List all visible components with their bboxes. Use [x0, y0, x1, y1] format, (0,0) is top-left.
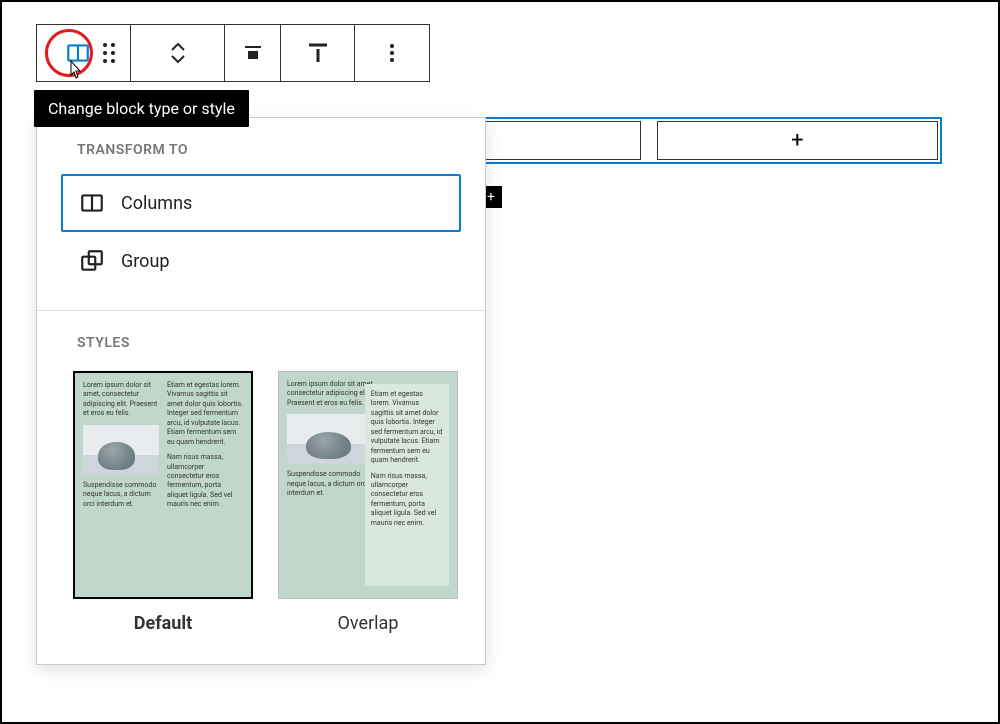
style-default[interactable]: Lorem ipsum dolor sit amet, consectetur … [73, 371, 253, 634]
align-icon [241, 41, 265, 65]
editor-frame: Change block type or style + + + + TRANS… [0, 0, 1000, 724]
drag-handle-icon [103, 43, 115, 63]
vertical-align-top-icon [306, 41, 330, 65]
column-3[interactable]: + [657, 121, 938, 160]
transform-item-label: Columns [121, 193, 192, 214]
style-label: Overlap [338, 613, 399, 634]
group-icon [79, 248, 105, 274]
style-overlap-preview: Lorem ipsum dolor sit amet, consectetur … [278, 371, 458, 599]
block-toolbar [36, 24, 430, 82]
align-button[interactable] [225, 25, 281, 81]
vertical-align-button[interactable] [281, 25, 355, 81]
transform-list: Columns Group [37, 174, 485, 310]
plus-icon: + [791, 128, 803, 153]
change-block-type-button[interactable] [37, 25, 131, 81]
styles-grid: Lorem ipsum dolor sit amet, consectetur … [37, 367, 485, 664]
transform-popover: TRANSFORM TO Columns Group STYLES [36, 117, 486, 665]
columns-icon [79, 190, 105, 216]
style-label: Default [134, 613, 192, 634]
transform-columns[interactable]: Columns [61, 174, 461, 232]
more-vertical-icon [380, 41, 404, 65]
style-overlap[interactable]: Lorem ipsum dolor sit amet, consectetur … [278, 371, 458, 634]
move-up-down-icon [170, 42, 186, 64]
options-button[interactable] [355, 25, 429, 81]
move-buttons[interactable] [131, 25, 225, 81]
preview-image [83, 425, 159, 475]
transform-item-label: Group [121, 251, 169, 272]
tooltip: Change block type or style [34, 90, 249, 127]
plus-icon: + [487, 189, 495, 205]
transform-group[interactable]: Group [61, 232, 461, 290]
style-default-preview: Lorem ipsum dolor sit amet, consectetur … [73, 371, 253, 599]
columns-icon [65, 40, 91, 66]
styles-label: STYLES [37, 311, 485, 367]
